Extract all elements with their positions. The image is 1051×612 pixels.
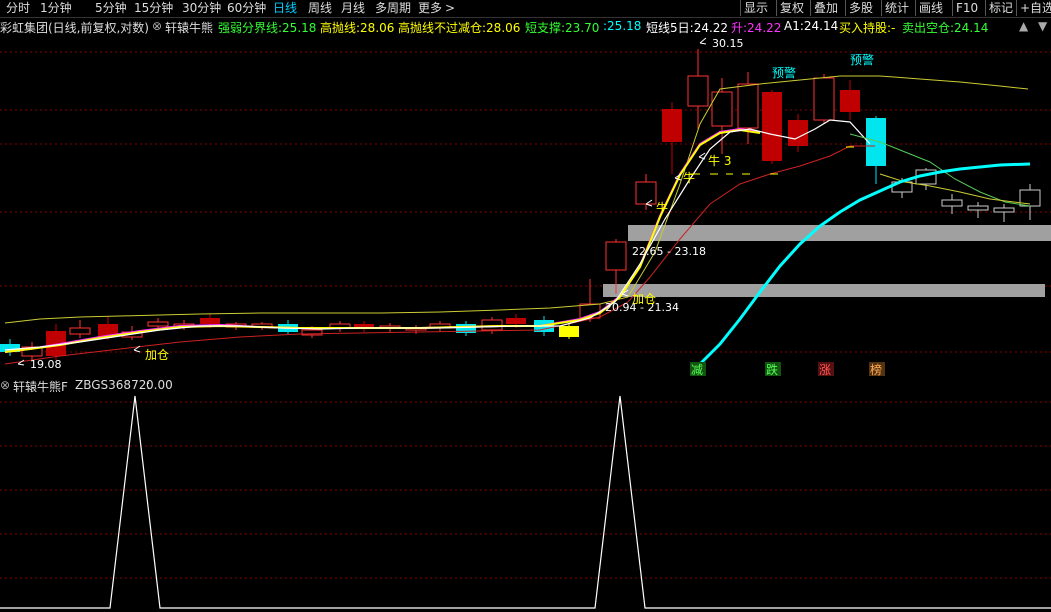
legend-label: A1:: [784, 19, 804, 33]
collapse-up-icon[interactable]: ▲: [1019, 19, 1028, 33]
tab-5min[interactable]: 5分钟: [95, 1, 127, 16]
candlestick: [635, 174, 657, 210]
legend-label: 强弱分界线:: [218, 21, 283, 35]
f10-button[interactable]: F10: [952, 0, 981, 16]
legend-label: 买入持股:: [839, 21, 892, 35]
bull-label: 牛: [683, 170, 695, 185]
signal-badges: 减 跌 涨 榜: [690, 362, 885, 377]
warning-label: 预警: [772, 65, 796, 80]
multi-stock-button[interactable]: 多股: [845, 0, 876, 16]
tab-monthly[interactable]: 月线: [341, 1, 365, 16]
cyan-support-line: [698, 162, 1031, 366]
candlestick: [788, 114, 808, 152]
period-toolbar: 分时 1分钟 5分钟 15分钟 30分钟 60分钟 日线 周线 月线 多周期 更…: [0, 0, 1051, 18]
tab-30min[interactable]: 30分钟: [182, 1, 221, 16]
add-position-label: 加仓: [632, 292, 656, 306]
legend-label: 高抛线不过减仓:: [398, 21, 487, 35]
legend-value: 24.22: [693, 21, 729, 35]
tab-15min[interactable]: 15分钟: [134, 1, 173, 16]
add-position-label: 加仓: [145, 348, 169, 362]
legend-value: 28.06: [486, 21, 521, 35]
main-indicator-legend: 彩虹集团(日线,前复权,对数) ⊗ 轩辕牛熊 强弱分界线:25.18 高抛线:2…: [0, 18, 1051, 35]
restore-rights-button[interactable]: 复权: [776, 0, 807, 16]
candlestick: [941, 194, 963, 214]
candlestick: [993, 204, 1015, 222]
legend-value: 25.18: [607, 19, 642, 33]
candlestick: [69, 320, 91, 338]
candlestick: [1019, 184, 1041, 220]
indicator-settings-icon[interactable]: ⊗: [152, 19, 162, 33]
fall-signal: 跌: [766, 362, 778, 377]
warning-label: 预警: [850, 52, 874, 67]
candlestick: [711, 78, 733, 154]
candlestick: [354, 321, 374, 332]
tab-1min[interactable]: 1分钟: [40, 1, 72, 16]
draw-line-button[interactable]: 画线: [915, 0, 946, 16]
candlestick: [967, 202, 989, 218]
reduce-signal: 减: [691, 363, 703, 377]
low-price-label: 19.08: [30, 358, 62, 371]
legend-label: 短支撑:: [525, 21, 566, 35]
price-zones: [603, 225, 1051, 297]
legend-value: 24.22: [747, 21, 782, 35]
legend-value: 24.14: [803, 19, 839, 33]
legend-label: 高抛线:: [320, 21, 361, 35]
resistance-zone: [628, 225, 1051, 241]
tab-multi-period[interactable]: 多周期: [375, 1, 411, 16]
statistics-button[interactable]: 统计: [881, 0, 912, 16]
rank-signal: 榜: [870, 362, 882, 377]
kline-chart[interactable]: 30.15 19.08 22.65 - 23.18 20.94 - 21.34 …: [0, 34, 1051, 377]
candlestick: [456, 321, 476, 336]
legend-value: 24.14: [954, 21, 989, 35]
mark-button[interactable]: 标记: [985, 0, 1016, 16]
candlestick: [329, 321, 351, 332]
legend-value: 28.06: [360, 21, 395, 35]
legend-value: -: [891, 21, 896, 35]
candlestick: [662, 102, 682, 174]
sub-grid-lines: [0, 401, 1051, 579]
sub-value: 0.00: [146, 378, 173, 392]
expand-down-icon[interactable]: ▼: [1038, 19, 1047, 33]
legend-label: 升:: [731, 21, 748, 35]
candlestick: [687, 49, 709, 129]
candlestick: [0, 339, 20, 356]
display-button[interactable]: 显示: [740, 0, 771, 16]
candlestick: [46, 324, 66, 360]
overlay-button[interactable]: 叠加: [810, 0, 841, 16]
support-zone: [603, 284, 1045, 297]
tab-weekly[interactable]: 周线: [308, 1, 332, 16]
legend-value: 23.70: [565, 21, 600, 35]
tab-60min[interactable]: 60分钟: [227, 1, 266, 16]
bull-label: 牛: [656, 200, 668, 215]
tab-daily[interactable]: 日线: [273, 1, 297, 16]
high-price-label: 30.15: [712, 37, 744, 50]
tab-timeshare[interactable]: 分时: [6, 1, 30, 16]
candlestick: [840, 80, 860, 120]
add-watchlist-button[interactable]: +自选: [1016, 0, 1051, 16]
tab-more[interactable]: 更多: [418, 1, 442, 16]
bull-label: 牛 3: [708, 153, 731, 168]
sub-value-label: ZBGS36872:: [75, 378, 151, 392]
sub-indicator-chart[interactable]: [0, 392, 1051, 612]
candlestick: [813, 74, 835, 124]
legend-value: 25.18: [282, 21, 317, 35]
zone-upper-label: 22.65 - 23.18: [632, 245, 706, 258]
sub-settings-icon[interactable]: ⊗: [0, 378, 10, 392]
chevron-right-icon[interactable]: >: [445, 1, 455, 16]
legend-label: 卖出空仓:: [902, 21, 955, 35]
candlestick: [866, 116, 886, 184]
grid-lines: [0, 51, 1051, 353]
legend-label: 短线5日:: [646, 21, 694, 35]
candlestick: [762, 90, 782, 164]
candlesticks: [0, 49, 1041, 360]
rise-signal: 涨: [819, 362, 831, 377]
signal-line: [0, 395, 1051, 609]
